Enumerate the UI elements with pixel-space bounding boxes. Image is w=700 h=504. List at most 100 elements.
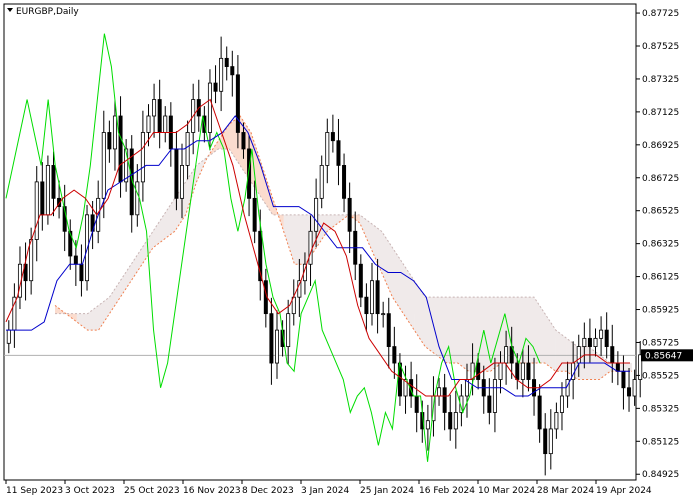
y-tick-label: 0.85725 (642, 338, 679, 348)
candle-body (632, 379, 637, 397)
candle-body (252, 197, 257, 232)
candle-body (207, 82, 212, 133)
candle-body (425, 420, 430, 430)
x-tick-label: 10 Mar 2024 (478, 486, 535, 496)
ichimoku-chart: 0.87725 0.87525 0.87325 0.87125 0.86925 0.867… (3, 3, 693, 496)
price-marker: 0.85647 (641, 349, 693, 362)
candle-body (582, 337, 587, 347)
x-axis: 11 Sep 2023 3 Oct 2023 25 Oct 2023 16 Nov 2… (5, 480, 652, 496)
candle-body (342, 165, 347, 199)
y-tick-label: 0.86725 (642, 174, 679, 184)
candle-body (308, 230, 313, 265)
candle-body (576, 346, 581, 364)
symbol-label: EURGBP,Daily (16, 7, 79, 17)
candle-body (219, 57, 224, 92)
x-tick-label: 16 Feb 2024 (419, 486, 475, 496)
candle-body (213, 82, 218, 92)
candle-body (526, 362, 531, 380)
candle-body (504, 346, 509, 364)
x-tick-label: 3 Jan 2024 (301, 486, 349, 496)
x-tick-label: 3 Oct 2023 (65, 486, 115, 496)
candle-body (448, 412, 453, 430)
candle-body (559, 395, 564, 413)
candle-body (369, 280, 374, 315)
cloud-segment (621, 363, 632, 372)
cloud-segment (425, 297, 437, 355)
y-tick-label: 0.87325 (642, 75, 679, 85)
candle-body (381, 313, 386, 316)
symbol-header[interactable]: EURGBP,Daily (7, 7, 79, 17)
candle-body (615, 362, 620, 372)
candle-body (185, 132, 190, 166)
candle-body (621, 370, 626, 389)
y-tick-label: 0.87525 (642, 42, 679, 52)
candle-body (29, 239, 34, 282)
x-tick-label: 19 Apr 2024 (596, 486, 652, 496)
candle-body (286, 313, 291, 347)
candle-body (437, 387, 442, 397)
candle-body (375, 280, 380, 315)
candle-body (101, 132, 106, 199)
candle-body (543, 428, 548, 455)
y-tick-label: 0.84925 (642, 470, 679, 480)
candle-body (79, 263, 84, 282)
candle-body (476, 362, 481, 380)
cloud-segment (457, 297, 469, 372)
y-tick-label: 0.85325 (642, 404, 679, 414)
candle-body (314, 197, 319, 232)
candle-body (453, 412, 458, 430)
candle-body (34, 181, 39, 240)
candle-body (163, 115, 168, 133)
candle-body (520, 362, 525, 380)
candle-body (358, 263, 363, 298)
y-tick-label: 0.86925 (642, 141, 679, 151)
y-tick-label: 0.85125 (642, 437, 679, 447)
candle-body (554, 412, 559, 430)
candle-body (6, 329, 11, 344)
candle-body (107, 132, 112, 150)
candle-body (73, 255, 78, 265)
candle-body (319, 165, 324, 199)
y-tick-label: 0.85525 (642, 371, 679, 381)
candle-body (347, 197, 352, 232)
x-tick-label: 16 Nov 2023 (183, 486, 241, 496)
candle-body (140, 132, 145, 183)
x-tick-label: 25 Jan 2024 (360, 486, 414, 496)
candle-body (174, 148, 179, 199)
candle-body (414, 395, 419, 413)
candle-body (386, 313, 391, 347)
chart-container: 0.87725 0.87525 0.87325 0.87125 0.86925 0.867… (0, 0, 700, 500)
y-tick-label: 0.87125 (642, 108, 679, 118)
candle-body (224, 57, 229, 67)
candle-body (157, 99, 162, 133)
y-tick-label: 0.86525 (642, 207, 679, 217)
candle-body (587, 337, 592, 347)
x-tick-label: 28 Mar 2024 (537, 486, 594, 496)
cloud-segment (294, 214, 306, 265)
x-tick-label: 25 Oct 2023 (124, 486, 180, 496)
candle-body (275, 329, 280, 364)
candle-body (45, 165, 50, 216)
candle-body (51, 165, 56, 199)
candle-body (235, 74, 240, 133)
cloud-segment (446, 297, 458, 364)
candle-body (118, 115, 123, 183)
candle-body (537, 395, 542, 430)
y-tick-label: 0.87725 (642, 9, 679, 19)
candle-body (627, 387, 632, 397)
x-tick-label: 8 Dec 2023 (242, 486, 294, 496)
candle-body (392, 346, 397, 364)
candle-body (325, 132, 330, 166)
candle-body (604, 329, 609, 347)
candle-body (336, 140, 341, 166)
candle-body (146, 115, 151, 133)
candle-body (515, 362, 520, 380)
candle-body (40, 181, 45, 216)
candle-body (498, 362, 503, 380)
candle-body (487, 395, 492, 413)
candle-body (364, 296, 369, 315)
candle-body (442, 387, 447, 413)
candle-body (241, 132, 246, 150)
candle-body (492, 379, 497, 413)
candle-body (152, 99, 157, 117)
